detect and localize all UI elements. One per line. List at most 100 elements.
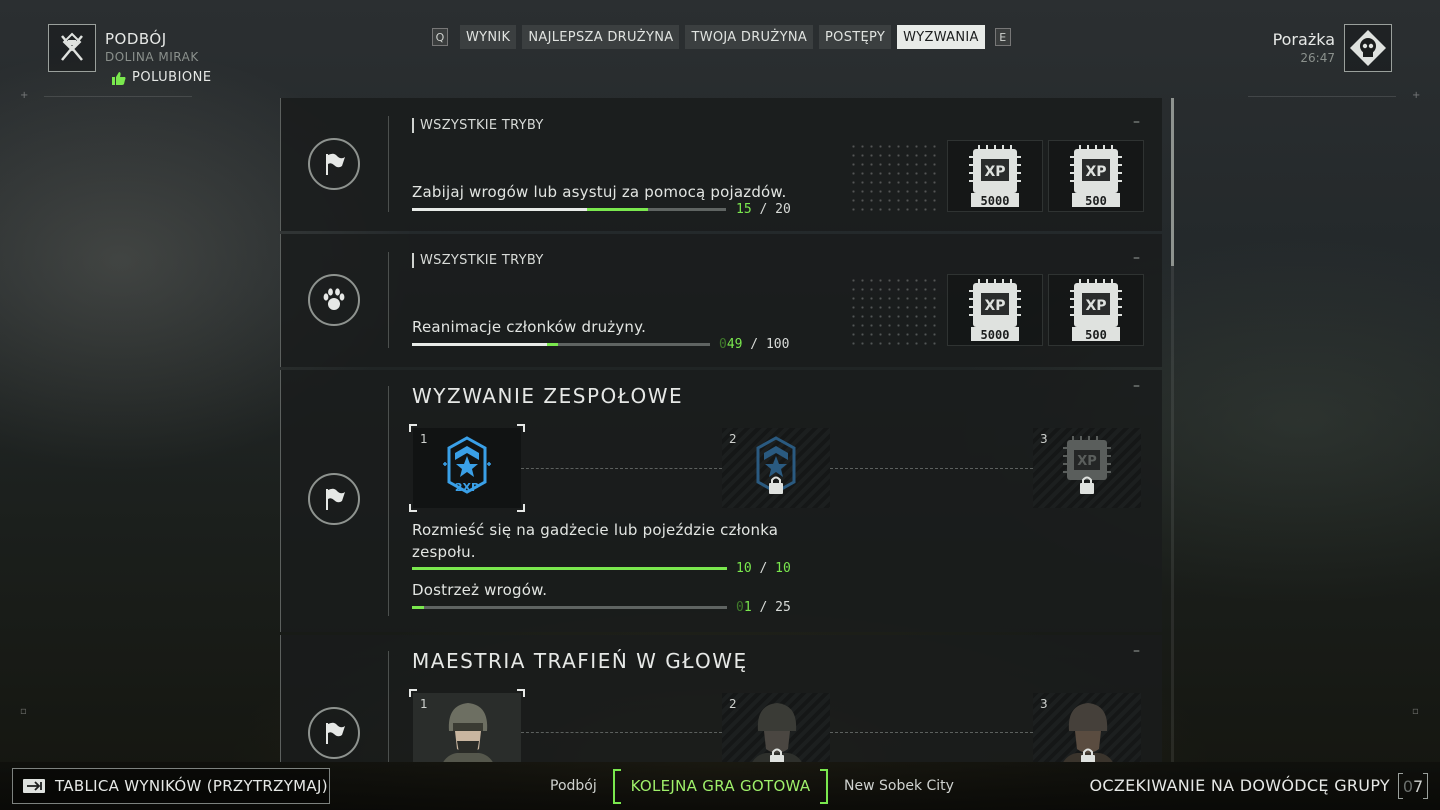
challenges-panel: WSZYSTKIE TRYBY – Zabijaj wrogów lub asy…: [280, 98, 1162, 762]
tab-prev-key[interactable]: Q: [432, 28, 448, 46]
team-task-description: Dostrzeż wrogów.: [412, 581, 548, 599]
flag-icon: [326, 153, 345, 175]
team-task-progress-bar: [412, 606, 727, 609]
challenge-badge: [308, 138, 360, 190]
svg-text:500: 500: [1085, 328, 1107, 342]
collapse-toggle[interactable]: –: [1133, 114, 1140, 130]
xp-chip-icon: XP 500: [1070, 145, 1122, 208]
soldier-portrait-icon: [443, 703, 493, 762]
svg-text:2XP: 2XP: [455, 481, 479, 494]
flag-icon: [326, 488, 345, 510]
corner-mark: +: [1412, 90, 1421, 101]
corner-mark: ▫: [1412, 706, 1419, 717]
locked-soldier-portrait-icon: [752, 703, 802, 762]
svg-text:XP: XP: [984, 164, 1005, 180]
tier-connector: [830, 468, 1033, 469]
map-name: DOLINA MIRAK: [105, 50, 199, 64]
xp-chip-icon: XP 5000: [969, 279, 1021, 342]
tier-number: 2: [729, 432, 737, 446]
team-task-progress-bar: [412, 567, 727, 570]
collapse-toggle[interactable]: –: [1133, 250, 1140, 266]
team-task-progress-count: 01 / 25: [736, 600, 791, 615]
mode-emblem: [48, 24, 96, 72]
match-timer: 26:47: [1300, 51, 1335, 65]
next-mode: Podbój: [550, 778, 597, 794]
double-xp-badge-icon: 2XP: [443, 436, 491, 494]
tab-best-squad[interactable]: NAJLEPSZA DRUŻYNA: [522, 25, 680, 49]
locked-soldier-portrait-icon: [1063, 703, 1113, 762]
liked-label: POLUBIONE: [132, 70, 212, 85]
challenge-badge: [308, 473, 360, 525]
scrollbar-thumb[interactable]: [1171, 98, 1174, 266]
svg-text:5000: 5000: [981, 194, 1010, 208]
tab-next-key[interactable]: E: [994, 28, 1011, 46]
challenge-badge: [308, 707, 360, 759]
team-task-progress-count: 10 / 10: [736, 561, 791, 576]
headshot-challenge-title: MAESTRIA TRAFIEŃ W GŁOWĘ: [412, 649, 748, 673]
tier-1-reward[interactable]: 1: [409, 689, 525, 762]
tier-number: 3: [1040, 697, 1048, 711]
card-divider: [388, 651, 389, 762]
tab-your-squad[interactable]: TWOJA DRUŻYNA: [685, 25, 814, 49]
waiting-countdown: 07: [1398, 773, 1428, 799]
card-divider: [388, 252, 389, 348]
header-divider-left: [44, 96, 192, 97]
corner-mark: +: [20, 90, 29, 101]
tab-progress[interactable]: POSTĘPY: [819, 25, 892, 49]
challenge-progress-count: 15 / 20: [736, 202, 791, 217]
dot-pattern: [849, 276, 939, 346]
collapse-toggle[interactable]: –: [1133, 643, 1140, 659]
locked-xp-chip-icon: XP: [1063, 436, 1111, 494]
team-challenge-title: WYZWANIE ZESPOŁOWE: [412, 384, 684, 408]
card-divider: [388, 116, 389, 212]
thumbs-up-icon: [112, 71, 126, 85]
tier-connector: [521, 468, 722, 469]
svg-text:XP: XP: [1077, 454, 1097, 469]
tier-number: 3: [1040, 432, 1048, 446]
challenge-card[interactable]: WSZYSTKIE TRYBY – Reanimacje członków dr…: [280, 234, 1162, 367]
tier-3-reward-locked[interactable]: 3 XP: [1033, 428, 1141, 508]
tab-challenges[interactable]: WYZWANIA: [897, 25, 985, 49]
xp-chip-icon: XP 5000: [969, 145, 1021, 208]
tier-number: 1: [420, 697, 428, 711]
crossed-flags-icon: [61, 32, 83, 61]
svg-text:5000: 5000: [981, 328, 1010, 342]
tab-score[interactable]: WYNIK: [460, 25, 517, 49]
svg-text:XP: XP: [984, 298, 1005, 314]
tier-number: 2: [729, 697, 737, 711]
skull-icon: [1350, 30, 1386, 66]
headshot-challenge-card[interactable]: – MAESTRIA TRAFIEŃ W GŁOWĘ 1 2 3: [280, 635, 1162, 762]
challenge-description: Zabijaj wrogów lub asystuj za pomocą poj…: [412, 183, 787, 201]
next-game-ready-button[interactable]: KOLEJNA GRA GOTOWA: [613, 769, 828, 804]
header-divider-right: [1248, 96, 1396, 97]
challenge-progress-bar: [412, 208, 726, 211]
tier-2-reward-locked[interactable]: 2: [722, 693, 830, 762]
corner-mark: ▫: [20, 706, 27, 717]
liked-badge[interactable]: POLUBIONE: [112, 70, 212, 85]
paw-icon: [323, 288, 345, 310]
svg-text:XP: XP: [1085, 298, 1106, 314]
challenge-progress-count: 049 / 100: [719, 337, 790, 352]
defeat-emblem: [1344, 24, 1392, 72]
xp-chip-icon: XP 500: [1070, 279, 1122, 342]
challenge-progress-bar: [412, 343, 710, 346]
match-result: Porażka: [1272, 30, 1335, 49]
collapse-toggle[interactable]: –: [1133, 378, 1140, 394]
challenge-card[interactable]: WSZYSTKIE TRYBY – Zabijaj wrogów lub asy…: [280, 98, 1162, 231]
team-challenge-card[interactable]: – WYZWANIE ZESPOŁOWE 1 2XP 2 3 XP Rozmie…: [280, 370, 1162, 632]
svg-text:500: 500: [1085, 194, 1107, 208]
reward-xp-5000: XP 5000: [947, 140, 1043, 212]
flag-icon: [326, 722, 345, 744]
scoreboard-label: TABLICA WYNIKÓW (PRZYTRZYMAJ): [55, 777, 328, 795]
next-map: New Sobek City: [844, 778, 954, 794]
mode-title: PODBÓJ: [105, 30, 167, 48]
challenge-description: Reanimacje członków drużyny.: [412, 318, 647, 336]
tier-2-reward-locked[interactable]: 2: [722, 428, 830, 508]
dot-pattern: [849, 142, 939, 212]
tab-key-icon: [23, 779, 45, 793]
scoreboard-hold-button[interactable]: TABLICA WYNIKÓW (PRZYTRZYMAJ): [12, 768, 330, 804]
tier-3-reward-locked[interactable]: 3: [1033, 693, 1141, 762]
challenge-mode: WSZYSTKIE TRYBY: [412, 253, 544, 268]
card-divider: [388, 386, 389, 616]
tier-1-reward[interactable]: 1 2XP: [409, 424, 525, 512]
